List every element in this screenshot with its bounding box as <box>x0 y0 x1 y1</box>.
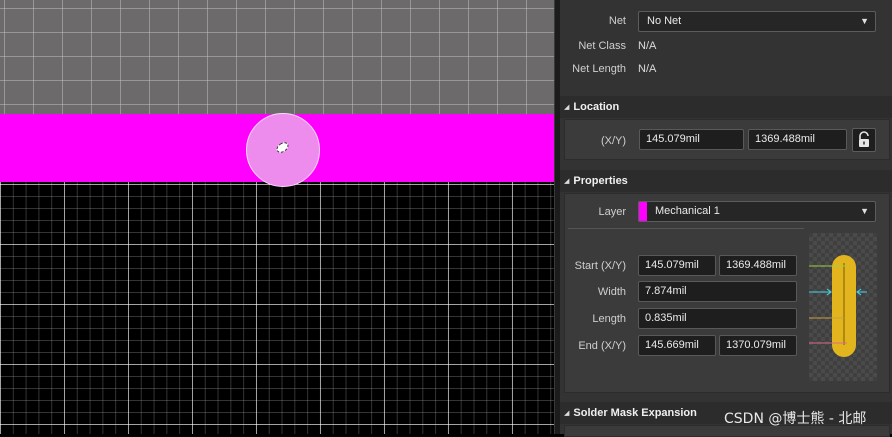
location-x-input[interactable]: 145.079mil <box>639 129 744 150</box>
properties-divider <box>568 228 804 229</box>
net-dropdown[interactable]: No Net ▼ <box>638 11 876 32</box>
length-input[interactable]: 0.835mil <box>638 308 797 329</box>
net-value: No Net <box>647 15 682 27</box>
canvas-grid-bottom <box>0 182 554 434</box>
length-label: Length <box>592 313 626 325</box>
watermark-text: CSDN @博士熊 - 北邮 <box>724 411 867 427</box>
layer-color-swatch <box>639 202 647 221</box>
end-y-input[interactable]: 1370.079mil <box>719 335 797 356</box>
properties-section-header[interactable]: ◢ Properties <box>560 170 892 192</box>
end-label: End (X/Y) <box>578 340 626 352</box>
start-y-input[interactable]: 1369.488mil <box>719 255 797 276</box>
track-diagram-graphic <box>809 255 867 357</box>
end-x-input[interactable]: 145.669mil <box>638 335 716 356</box>
layer-label: Layer <box>598 206 626 218</box>
net-label: Net <box>608 15 626 27</box>
layer-value: Mechanical 1 <box>655 205 720 217</box>
chevron-down-icon: ▼ <box>860 16 869 26</box>
width-input[interactable]: 7.874mil <box>638 281 797 302</box>
net-length-value: N/A <box>638 63 657 75</box>
collapse-triangle-icon: ◢ <box>564 410 570 417</box>
chevron-down-icon: ▼ <box>860 206 869 216</box>
properties-title: Properties <box>573 175 628 187</box>
collapse-triangle-icon: ◢ <box>564 104 570 111</box>
pcb-canvas[interactable] <box>0 0 554 434</box>
net-length-label: Net Length <box>572 63 626 75</box>
start-x-input[interactable]: 145.079mil <box>638 255 716 276</box>
location-title: Location <box>573 101 620 113</box>
net-class-value: N/A <box>638 40 657 52</box>
canvas-grid-top <box>0 0 554 114</box>
net-class-label: Net Class <box>578 40 626 52</box>
unlock-icon <box>859 131 869 147</box>
width-label: Width <box>597 286 626 298</box>
unlock-button[interactable] <box>852 128 876 152</box>
location-section-header[interactable]: ◢ Location <box>560 96 892 118</box>
collapse-triangle-icon: ◢ <box>564 178 570 185</box>
start-label: Start (X/Y) <box>574 260 626 272</box>
solder-mask-title: Solder Mask Expansion <box>573 407 697 419</box>
location-xy-label: (X/Y) <box>600 135 626 147</box>
layer-dropdown[interactable]: Mechanical 1 ▼ <box>638 201 876 222</box>
track-diagram <box>809 233 877 381</box>
location-y-input[interactable]: 1369.488mil <box>748 129 847 150</box>
